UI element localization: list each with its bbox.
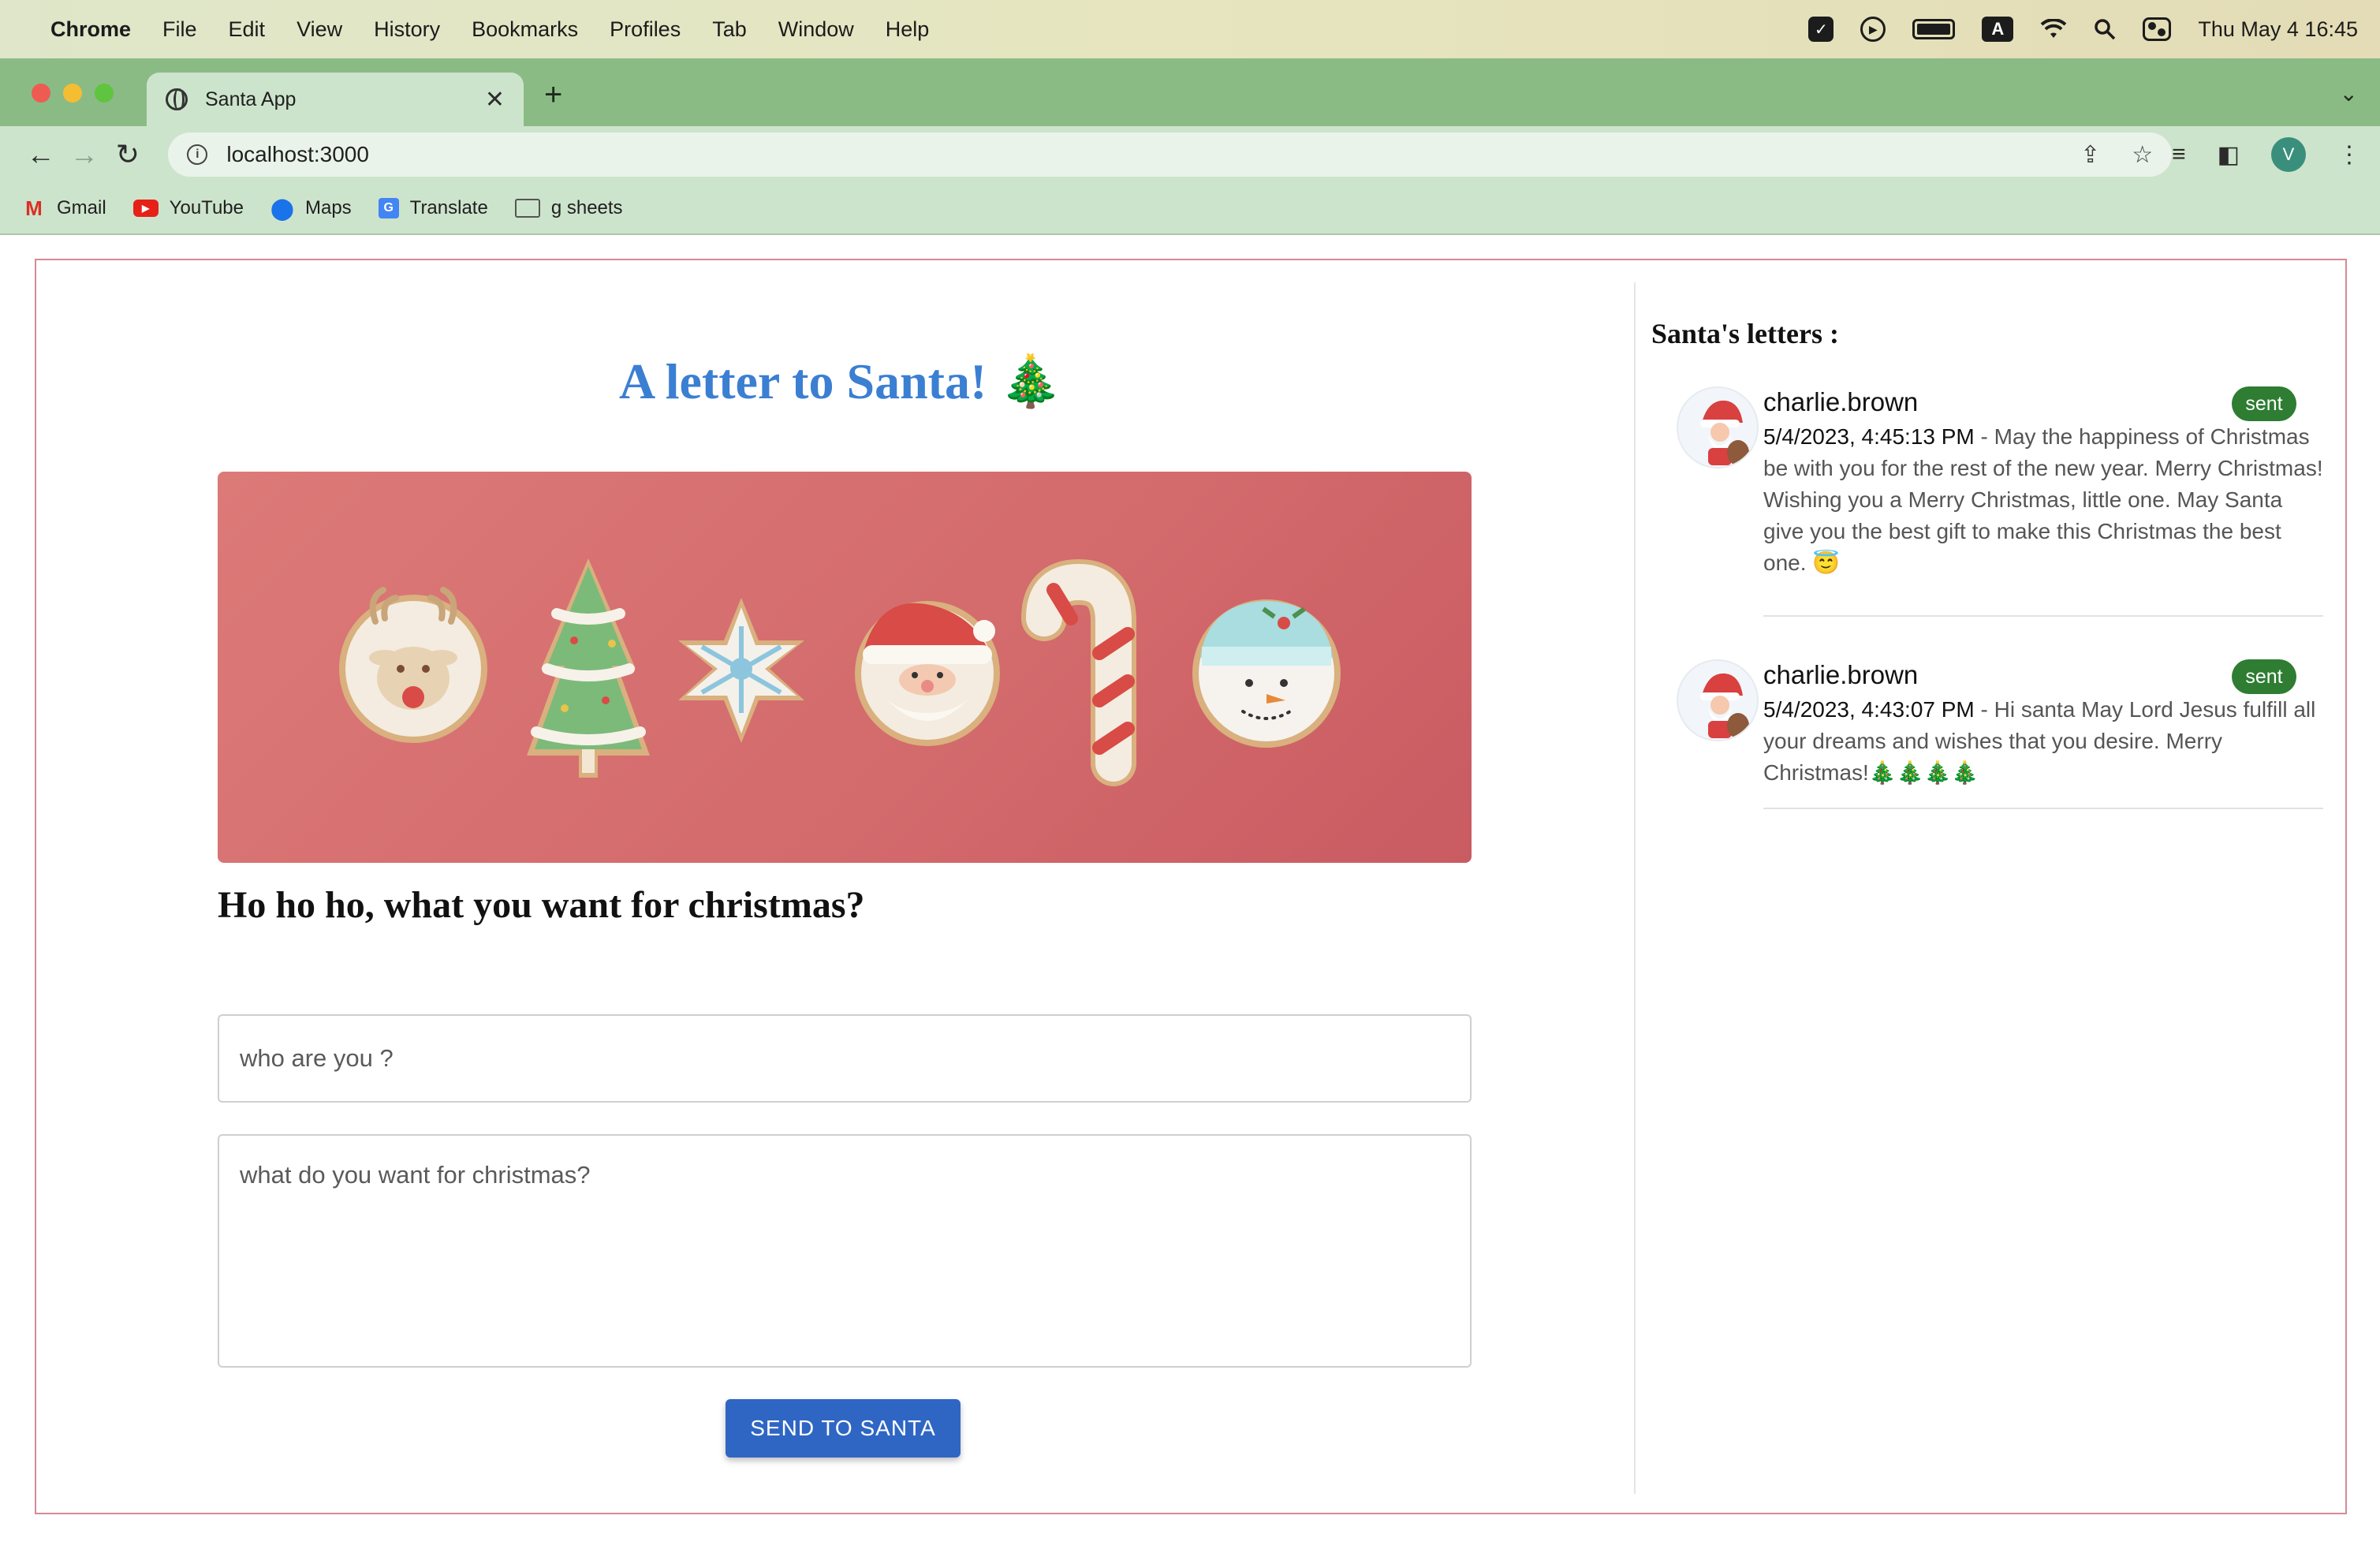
bookmark-g-sheets-label: g sheets — [550, 197, 623, 218]
bookmark-translate[interactable]: G Translate — [378, 197, 488, 219]
play-circle-icon[interactable]: ▶ — [1860, 17, 1886, 42]
more-menu-icon[interactable]: ⋮ — [2337, 141, 2361, 169]
tree-cookie — [527, 558, 650, 778]
menu-app-name[interactable]: Chrome — [50, 17, 131, 42]
santa-avatar — [1677, 386, 1759, 468]
letter-timestamp: 5/4/2023, 4:45:13 PM — [1763, 424, 1975, 449]
bookmark-translate-label: Translate — [409, 197, 488, 218]
snowman-cookie — [1192, 599, 1341, 748]
gmail-icon: M — [25, 196, 43, 220]
bookmarks-bar: M Gmail ▶ YouTube ⬤ Maps G Translate g s… — [0, 183, 2380, 235]
macos-menu-bar: Chrome File Edit View History Bookmarks … — [0, 0, 2380, 58]
menu-help[interactable]: Help — [886, 17, 930, 42]
letter-list-item: charlie.brown 5/4/2023, 4:45:13 PM - May… — [1677, 386, 2323, 617]
tab-title: Santa App — [205, 88, 297, 110]
bookmark-maps[interactable]: ⬤ Maps — [270, 196, 352, 220]
web-page: A letter to Santa! 🎄 Ho ho ho, what you … — [0, 235, 2380, 1549]
spotlight-search-icon[interactable] — [2094, 18, 2116, 40]
status-badge: sent — [2232, 386, 2296, 421]
tab-santa-app[interactable]: Santa App ✕ — [147, 73, 524, 126]
letter-text: 5/4/2023, 4:45:13 PM - May the happiness… — [1763, 421, 2323, 579]
santa-app-card: A letter to Santa! 🎄 Ho ho ho, what you … — [35, 259, 2347, 1514]
bookmark-g-sheets[interactable]: g sheets — [514, 197, 623, 219]
bookmark-youtube[interactable]: ▶ YouTube — [132, 197, 244, 219]
checkbox-status-icon[interactable]: ✓ — [1808, 17, 1834, 42]
address-bar-url[interactable]: localhost:3000 — [226, 142, 369, 167]
letter-separator-line — [1763, 615, 2323, 617]
side-panel-icon[interactable]: ◧ — [2218, 141, 2240, 169]
menu-view[interactable]: View — [297, 17, 342, 42]
folder-icon — [514, 199, 540, 218]
address-bar[interactable]: i localhost:3000 ⇪ ☆ — [168, 133, 2173, 177]
menu-bookmarks[interactable]: Bookmarks — [472, 17, 578, 42]
back-arrow-icon[interactable]: ← — [19, 138, 62, 171]
name-input[interactable] — [218, 1014, 1472, 1103]
share-icon[interactable]: ⇪ — [2080, 141, 2100, 169]
letter-separator: - — [1974, 424, 1994, 449]
bookmark-youtube-label: YouTube — [169, 197, 244, 218]
keyboard-input-icon[interactable]: A — [1982, 17, 2014, 42]
santa-cookie — [855, 601, 1000, 746]
window-zoom-button[interactable] — [95, 84, 114, 103]
cookies-illustration — [339, 558, 1341, 786]
letters-heading: Santa's letters : — [1651, 318, 1839, 349]
bookmark-maps-label: Maps — [304, 197, 352, 218]
youtube-icon: ▶ — [132, 200, 159, 217]
menu-profiles[interactable]: Profiles — [610, 17, 681, 42]
column-divider — [1634, 282, 1636, 1494]
santa-avatar — [1677, 659, 1759, 741]
globe-icon — [166, 88, 188, 110]
bookmark-gmail[interactable]: M Gmail — [22, 196, 106, 220]
status-badge: sent — [2232, 659, 2296, 694]
letter-text: 5/4/2023, 4:43:07 PM - Hi santa May Lord… — [1763, 694, 2323, 789]
control-center-icon[interactable] — [2143, 17, 2172, 41]
translate-icon: G — [378, 198, 399, 218]
battery-icon[interactable] — [1912, 19, 1956, 39]
bookmark-gmail-label: Gmail — [57, 197, 106, 218]
menu-file[interactable]: File — [162, 17, 197, 42]
reindeer-cookie — [339, 587, 487, 743]
menu-edit[interactable]: Edit — [229, 17, 266, 42]
letter-list-item: charlie.brown 5/4/2023, 4:43:07 PM - Hi … — [1677, 659, 2323, 809]
menu-history[interactable]: History — [374, 17, 440, 42]
christmas-cookies-banner — [218, 472, 1472, 863]
window-close-button[interactable] — [32, 84, 50, 103]
menu-tab[interactable]: Tab — [712, 17, 747, 42]
menu-window[interactable]: Window — [778, 17, 854, 42]
browser-toolbar: ← → ↻ i localhost:3000 ⇪ ☆ ≡ ◧ V ⋮ — [0, 126, 2380, 183]
profile-avatar[interactable]: V — [2271, 137, 2306, 172]
wish-textarea[interactable] — [218, 1134, 1472, 1368]
letter-timestamp: 5/4/2023, 4:43:07 PM — [1763, 697, 1975, 722]
browser-tab-strip: Santa App ✕ + ⌄ — [0, 58, 2380, 126]
reading-list-icon[interactable]: ≡ — [2172, 141, 2186, 168]
menubar-clock[interactable]: Thu May 4 16:45 — [2198, 17, 2358, 42]
wifi-icon[interactable] — [2040, 19, 2067, 39]
candy-cane-cookie — [1021, 558, 1136, 786]
tab-close-icon[interactable]: ✕ — [485, 86, 505, 114]
bookmark-star-icon[interactable]: ☆ — [2132, 141, 2153, 169]
snowflake-cookie — [678, 598, 804, 743]
window-minimize-button[interactable] — [63, 84, 82, 103]
send-to-santa-button[interactable]: SEND TO SANTA — [726, 1399, 961, 1458]
reload-icon[interactable]: ↻ — [106, 138, 149, 171]
tab-search-chevron-icon[interactable]: ⌄ — [2340, 80, 2358, 106]
forward-arrow-icon[interactable]: → — [62, 138, 106, 171]
christmas-question-heading: Ho ho ho, what you want for christmas? — [218, 884, 865, 926]
site-info-icon[interactable]: i — [187, 144, 208, 165]
new-tab-plus-icon[interactable]: + — [544, 79, 562, 110]
letter-separator: - — [1974, 697, 1994, 722]
letter-separator-line — [1763, 808, 2323, 809]
page-title: A letter to Santa! 🎄 — [619, 353, 1062, 409]
maps-pin-icon: ⬤ — [270, 196, 294, 220]
